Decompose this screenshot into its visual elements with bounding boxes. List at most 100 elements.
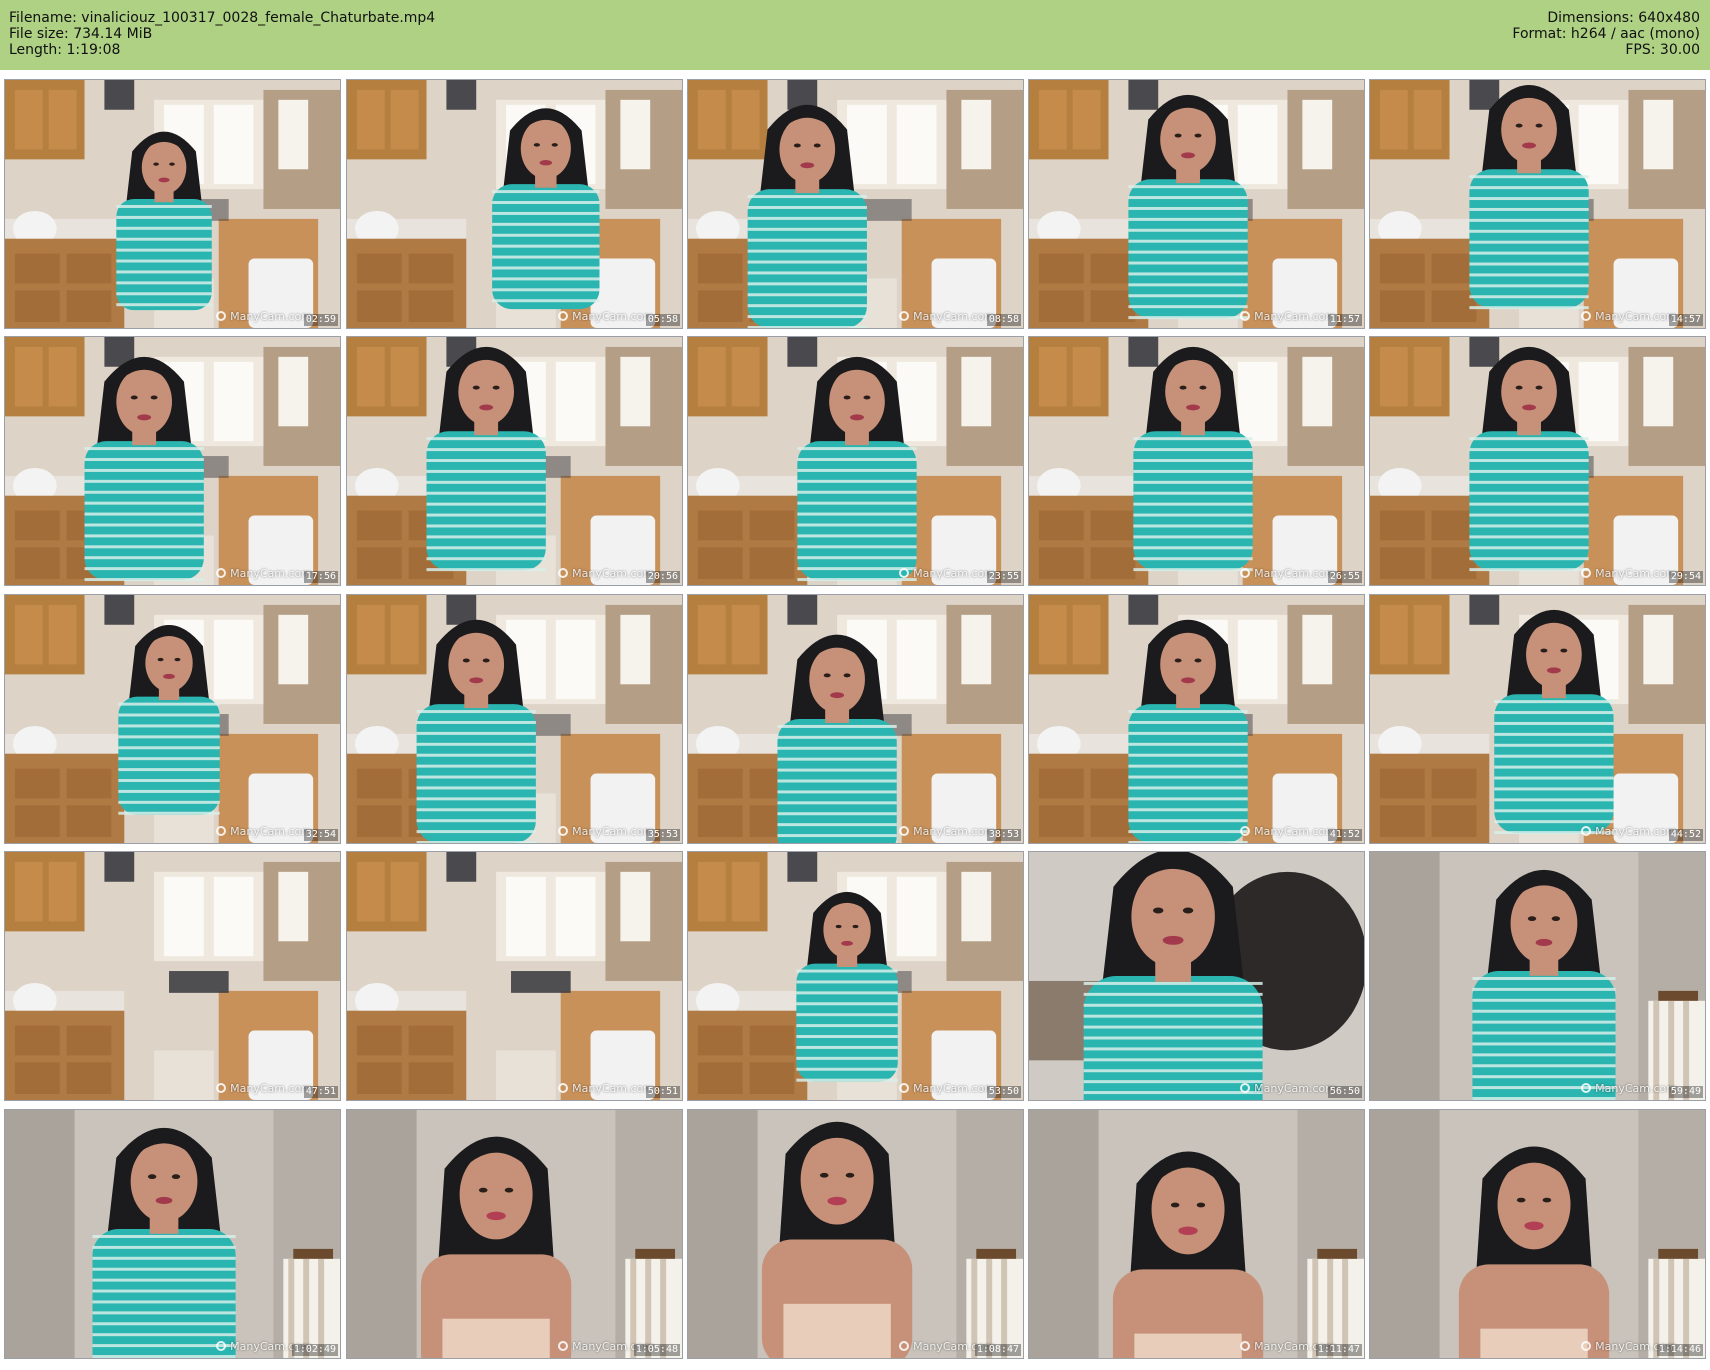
timestamp-label: 41:52 [1327, 829, 1362, 841]
timestamp-label: 20:56 [645, 571, 680, 583]
thumbnail-frame [1370, 1110, 1705, 1358]
video-thumbnail: ManyCam.com 1:11:47 [1028, 1109, 1365, 1359]
thumbnail-frame [5, 595, 340, 843]
manycam-watermark: ManyCam.com [899, 567, 995, 580]
video-thumbnail: ManyCam.com 1:14:46 [1369, 1109, 1706, 1359]
manycam-logo-icon [216, 311, 227, 321]
thumbnail-frame [347, 852, 682, 1100]
timestamp-label: 32:54 [303, 829, 338, 841]
video-thumbnail: ManyCam.com 53:50 [687, 851, 1024, 1101]
video-thumbnail: ManyCam.com 11:57 [1028, 79, 1365, 329]
thumbnail-frame [1370, 337, 1705, 585]
thumbnail-frame [1370, 852, 1705, 1100]
manycam-watermark: ManyCam.com [558, 1082, 654, 1095]
media-info: Dimensions: 640x480 Format: h264 / aac (… [1512, 10, 1700, 58]
thumbnail-frame [688, 337, 1023, 585]
thumbnail-frame [1029, 595, 1364, 843]
video-thumbnail: ManyCam.com 38:53 [687, 594, 1024, 844]
manycam-logo-icon [1581, 1083, 1592, 1093]
thumbnail-frame [5, 80, 340, 328]
timestamp-label: 17:56 [303, 571, 338, 583]
watermark-text: ManyCam.com [1595, 310, 1677, 323]
manycam-logo-icon [216, 826, 227, 836]
manycam-watermark: ManyCam.com [899, 1082, 995, 1095]
timestamp-label: 50:51 [645, 1086, 680, 1098]
manycam-watermark: ManyCam.com [1240, 1082, 1336, 1095]
video-thumbnail: ManyCam.com 29:54 [1369, 336, 1706, 586]
manycam-logo-icon [899, 311, 910, 321]
filename-text: Filename: vinaliciouz_100317_0028_female… [9, 10, 436, 26]
timestamp-label: 14:57 [1668, 314, 1703, 326]
video-thumbnail: ManyCam.com 20:56 [346, 336, 683, 586]
watermark-text: ManyCam.com [572, 310, 654, 323]
file-info: Filename: vinaliciouz_100317_0028_female… [9, 10, 435, 58]
thumbnail-frame [5, 337, 340, 585]
timestamp-label: 02:59 [303, 314, 338, 326]
manycam-logo-icon [558, 1083, 569, 1093]
manycam-logo-icon [899, 568, 910, 578]
thumbnail-frame [347, 80, 682, 328]
video-thumbnail: ManyCam.com 23:55 [687, 336, 1024, 586]
manycam-watermark: ManyCam.com [558, 825, 654, 838]
watermark-text: ManyCam.com [1595, 567, 1677, 580]
video-thumbnail: ManyCam.com 1:02:49 [4, 1109, 341, 1359]
manycam-logo-icon [899, 1083, 910, 1093]
manycam-logo-icon [558, 1341, 569, 1351]
thumbnail-frame [1029, 80, 1364, 328]
timestamp-label: 47:51 [303, 1086, 338, 1098]
manycam-watermark: ManyCam.com [899, 310, 995, 323]
video-thumbnail: ManyCam.com 41:52 [1028, 594, 1365, 844]
thumbnail-frame [1029, 852, 1364, 1100]
watermark-text: ManyCam.com [572, 1082, 654, 1095]
thumbnail-frame [1370, 80, 1705, 328]
format-text: Format: h264 / aac (mono) [1512, 26, 1700, 42]
manycam-logo-icon [899, 1341, 910, 1351]
timestamp-label: 38:53 [986, 829, 1021, 841]
watermark-text: ManyCam.com [230, 567, 312, 580]
length-text: Length: 1:19:08 [9, 42, 121, 58]
manycam-watermark: ManyCam.com [216, 825, 312, 838]
video-thumbnail: ManyCam.com 26:55 [1028, 336, 1365, 586]
timestamp-label: 1:08:47 [974, 1344, 1021, 1356]
manycam-logo-icon [1240, 1341, 1251, 1351]
watermark-text: ManyCam.com [1595, 825, 1677, 838]
manycam-logo-icon [1581, 311, 1592, 321]
dimensions-text: Dimensions: 640x480 [1547, 10, 1700, 26]
video-thumbnail: ManyCam.com 32:54 [4, 594, 341, 844]
video-thumbnail: ManyCam.com 08:58 [687, 79, 1024, 329]
watermark-text: ManyCam.com [230, 825, 312, 838]
watermark-text: ManyCam.com [1254, 567, 1336, 580]
timestamp-label: 11:57 [1327, 314, 1362, 326]
timestamp-label: 26:55 [1327, 571, 1362, 583]
video-thumbnail: ManyCam.com 47:51 [4, 851, 341, 1101]
manycam-logo-icon [1240, 1083, 1251, 1093]
video-thumbnail: ManyCam.com 1:05:48 [346, 1109, 683, 1359]
filesize-text: File size: 734.14 MiB [9, 26, 153, 42]
timestamp-label: 1:05:48 [633, 1344, 680, 1356]
manycam-watermark: ManyCam.com [1240, 567, 1336, 580]
video-thumbnail: ManyCam.com 1:08:47 [687, 1109, 1024, 1359]
timestamp-label: 44:52 [1668, 829, 1703, 841]
manycam-watermark: ManyCam.com [1240, 310, 1336, 323]
thumbnail-frame [347, 595, 682, 843]
manycam-logo-icon [1240, 311, 1251, 321]
watermark-text: ManyCam.com [230, 1082, 312, 1095]
manycam-logo-icon [1240, 826, 1251, 836]
video-thumbnail: ManyCam.com 35:53 [346, 594, 683, 844]
watermark-text: ManyCam.com [572, 825, 654, 838]
thumbnail-frame [5, 852, 340, 1100]
thumbnail-frame [688, 80, 1023, 328]
watermark-text: ManyCam.com [1254, 310, 1336, 323]
manycam-watermark: ManyCam.com [1581, 825, 1677, 838]
timestamp-label: 1:02:49 [291, 1344, 338, 1356]
watermark-text: ManyCam.com [572, 567, 654, 580]
manycam-watermark: ManyCam.com [216, 1082, 312, 1095]
thumbnail-frame [347, 1110, 682, 1358]
thumbnail-frame [688, 1110, 1023, 1358]
thumbnail-frame [688, 852, 1023, 1100]
watermark-text: ManyCam.com [913, 567, 995, 580]
video-thumbnail: ManyCam.com 14:57 [1369, 79, 1706, 329]
timestamp-label: 05:58 [645, 314, 680, 326]
manycam-logo-icon [558, 568, 569, 578]
video-thumbnail: ManyCam.com 05:58 [346, 79, 683, 329]
